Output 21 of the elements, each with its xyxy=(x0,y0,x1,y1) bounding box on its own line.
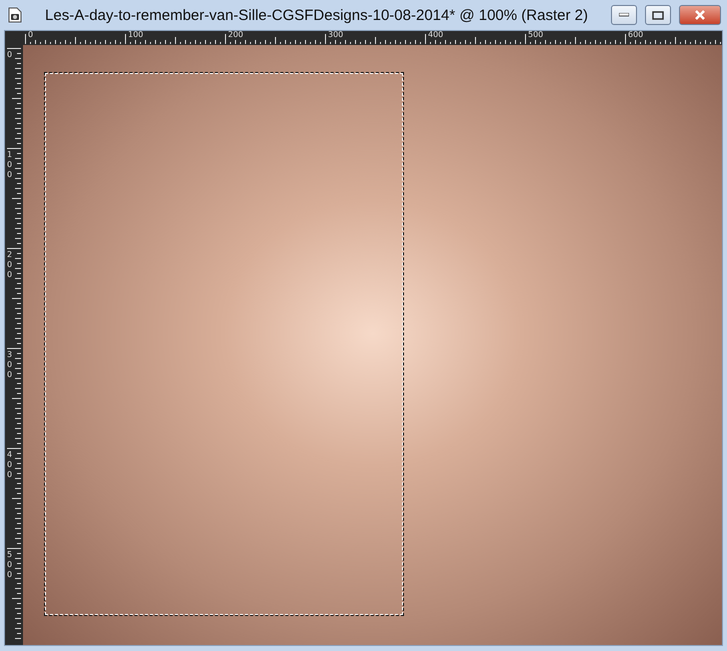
ruler-label: 500 xyxy=(7,550,15,580)
close-icon xyxy=(694,10,706,20)
ruler-label: 600 xyxy=(628,31,644,40)
ruler-label: 0 xyxy=(28,31,34,40)
ruler-label: 100 xyxy=(7,150,15,180)
ruler-label: 500 xyxy=(528,31,544,40)
ruler-label: 400 xyxy=(7,450,15,480)
window-title: Les-A-day-to-remember-van-Sille-CGSFDesigns-10-08-2014* @ 100% (Raster 2) xyxy=(44,6,589,24)
ruler-label: 0 xyxy=(7,50,15,60)
camera-icon xyxy=(8,7,22,23)
ruler-label: 300 xyxy=(7,350,15,380)
maximize-icon xyxy=(652,10,664,20)
minimize-icon xyxy=(619,13,629,17)
maximize-button[interactable] xyxy=(645,5,671,25)
ruler-label: 100 xyxy=(128,31,144,40)
ruler-label: 400 xyxy=(428,31,444,40)
minimize-button[interactable] xyxy=(611,5,637,25)
close-button[interactable] xyxy=(679,5,721,25)
ruler-label: 300 xyxy=(328,31,344,40)
ruler-label: 200 xyxy=(7,250,15,280)
ruler-label: 200 xyxy=(228,31,244,40)
